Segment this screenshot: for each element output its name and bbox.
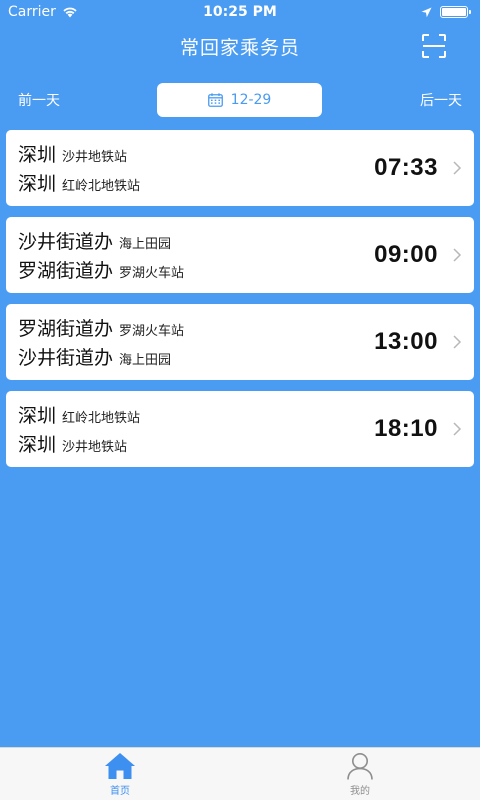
chevron-right-icon [453,335,462,349]
tab-home-label: 首页 [110,786,130,797]
status-right [421,6,471,18]
date-picker-button[interactable]: 12-29 [157,83,322,117]
departure-time: 18:10 [374,415,438,442]
destination-station: 红岭北地铁站 [62,179,141,194]
origin-station: 罗湖火车站 [119,324,185,339]
wifi-icon [63,7,77,18]
date-navigation: 前一天 12-29 后一天 [0,83,480,117]
origin-station: 红岭北地铁站 [62,411,141,426]
destination-station: 罗湖火车站 [119,266,185,281]
battery-fill [442,8,466,16]
trip-list: 深圳 沙井地铁站 深圳 红岭北地铁站 07:33 沙井街道办 海上田园 罗湖街道… [6,130,474,467]
prev-day-button[interactable]: 前一天 [18,90,60,110]
home-icon [105,753,135,779]
selected-date: 12-29 [230,92,272,108]
origin-city: 罗湖街道办 [18,318,114,340]
departure-time: 13:00 [374,328,438,355]
tab-profile-label: 我的 [350,786,370,797]
tab-profile[interactable]: 我的 [240,748,480,800]
next-day-button[interactable]: 后一天 [420,90,462,110]
battery-icon [440,6,471,18]
destination-city: 深圳 [18,173,57,195]
destination-station: 海上田园 [119,353,172,368]
carrier-label: Carrier [8,4,56,20]
trip-card[interactable]: 深圳 沙井地铁站 深圳 红岭北地铁站 07:33 [6,130,474,206]
calendar-icon [207,93,223,107]
page-title: 常回家乘务员 [179,36,300,59]
destination-city: 沙井街道办 [18,347,114,369]
location-arrow-icon [421,7,432,17]
destination-city: 深圳 [18,434,57,456]
chevron-right-icon [453,248,462,262]
tab-bar: 首页 我的 [0,747,480,800]
departure-time: 09:00 [374,241,438,268]
nav-bar: 常回家乘务员 [0,24,480,68]
status-left: Carrier [8,4,78,20]
origin-station: 沙井地铁站 [62,150,128,165]
origin-city: 沙井街道办 [18,231,114,253]
origin-station: 海上田园 [119,237,172,252]
scan-icon[interactable] [422,34,446,58]
chevron-right-icon [453,422,462,436]
status-time: 10:25 PM [203,4,277,20]
destination-city: 罗湖街道办 [18,260,114,282]
departure-time: 07:33 [374,154,438,181]
tab-home[interactable]: 首页 [0,748,240,800]
origin-city: 深圳 [18,405,57,427]
destination-station: 沙井地铁站 [62,440,128,455]
trip-card[interactable]: 罗湖街道办 罗湖火车站 沙井街道办 海上田园 13:00 [6,304,474,380]
trip-card[interactable]: 深圳 红岭北地铁站 深圳 沙井地铁站 18:10 [6,391,474,467]
origin-city: 深圳 [18,144,57,166]
user-icon [347,753,373,780]
trip-card[interactable]: 沙井街道办 海上田园 罗湖街道办 罗湖火车站 09:00 [6,217,474,293]
chevron-right-icon [453,161,462,175]
status-bar: Carrier 10:25 PM [0,0,480,24]
